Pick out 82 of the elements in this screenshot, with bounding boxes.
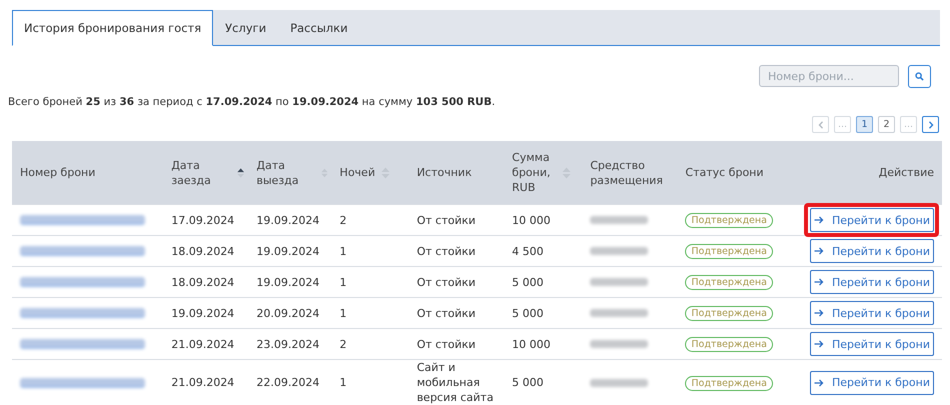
tab[interactable]: Услуги: [213, 10, 278, 46]
search-button[interactable]: [908, 65, 931, 88]
table-cell: 22.09.2024: [256, 376, 320, 389]
column-header: Дата заезда: [171, 158, 212, 188]
arrow-right-icon: [814, 340, 824, 348]
status-badge: Подтверждена: [685, 337, 773, 352]
table-cell: 21.09.2024: [171, 376, 234, 389]
status-badge: Подтверждена: [685, 275, 773, 290]
go-to-booking-button[interactable]: Перейти к брони: [810, 332, 934, 356]
arrow-right-icon: [814, 216, 824, 224]
table-cell: 23.09.2024: [256, 338, 320, 350]
table-cell: 18.09.2024: [171, 244, 234, 258]
table-cell: 1: [340, 276, 347, 288]
table-cell: 1: [340, 306, 347, 320]
blurred-link[interactable]: [20, 339, 145, 349]
table-cell-text: От стойки: [416, 336, 477, 352]
column-header: Действие: [878, 166, 934, 179]
status-badge: Подтверждена: [685, 306, 773, 321]
table-cell: 4 500: [512, 244, 544, 258]
blurred-link[interactable]: [20, 277, 145, 287]
table-cell: 5 000: [512, 276, 544, 288]
column-header: Дата выезда: [256, 158, 300, 188]
blurred-text: [590, 278, 648, 286]
blurred-text: [590, 340, 648, 348]
table-cell-text: От стойки: [416, 306, 477, 320]
table-cell-text: От стойки: [416, 212, 477, 228]
arrow-right-icon: [814, 378, 824, 386]
blurred-link[interactable]: [20, 378, 145, 388]
table-cell-text: От стойки: [416, 274, 477, 290]
table-cell: 10 000: [512, 338, 551, 350]
chevron-icon: [928, 120, 934, 128]
go-to-booking-button[interactable]: Перейти к брони: [810, 208, 934, 232]
table-cell: 1: [340, 244, 347, 258]
tab[interactable]: История бронирования гостя: [12, 10, 214, 46]
table-cell: 18.09.2024: [171, 276, 234, 288]
table-cell: 19.09.2024: [256, 244, 320, 258]
column-header: Статус брони: [685, 166, 764, 179]
status-badge: Подтверждена: [685, 376, 773, 390]
column-header: Источник: [416, 166, 472, 179]
table-cell: 2: [340, 338, 347, 350]
search-icon: [915, 72, 924, 81]
arrow-right-icon: [814, 278, 824, 286]
page-button[interactable]: 1: [856, 116, 873, 133]
table-cell: 5 000: [512, 306, 544, 320]
table-cell: 17.09.2024: [171, 214, 234, 226]
go-to-booking-button[interactable]: Перейти к брони: [810, 370, 934, 394]
go-to-booking-button[interactable]: Перейти к брони: [810, 239, 934, 263]
blurred-text: [590, 216, 648, 224]
blurred-link[interactable]: [20, 308, 145, 318]
status-badge: Подтверждена: [685, 213, 773, 228]
sort-icon[interactable]: [237, 166, 244, 178]
blurred-link[interactable]: [20, 215, 145, 225]
table-cell: 10 000: [512, 214, 551, 226]
go-to-booking-button[interactable]: Перейти к брони: [810, 270, 934, 294]
column-header: Ночей: [340, 165, 376, 180]
next-page-button[interactable]: [922, 116, 939, 133]
table-cell: 20.09.2024: [256, 306, 320, 320]
arrow-right-icon: [814, 247, 824, 255]
blurred-text: [590, 309, 648, 317]
search-field[interactable]: Номер брони...: [759, 65, 899, 87]
blurred-text: [590, 247, 648, 255]
table-cell: 21.09.2024: [171, 338, 234, 350]
arrow-right-icon: [814, 309, 824, 317]
table-cell-text: От стойки: [416, 244, 477, 258]
table-cell: 5 000: [512, 376, 544, 389]
table-cell: 19.09.2024: [256, 214, 320, 226]
tab[interactable]: Рассылки: [278, 10, 360, 46]
go-to-booking-button[interactable]: Перейти к брони: [810, 301, 934, 325]
booking-summary: Всего броней 25 из 36 за период с 17.09.2024 по 19.09.2024 на сумму 103 500 RUB.: [8, 96, 496, 108]
blurred-link[interactable]: [20, 246, 145, 256]
page-button[interactable]: 2: [878, 116, 895, 133]
table-cell: 19.09.2024: [256, 276, 320, 288]
column-header: Сумма брони, RUB: [512, 150, 552, 195]
table-cell-text: Сайт и мобильная версия сайта: [416, 360, 494, 405]
status-badge: Подтверждена: [685, 244, 773, 259]
table-cell: 2: [340, 214, 347, 226]
column-header: Средство размещения: [590, 158, 664, 188]
column-header: Номер брони: [20, 166, 96, 179]
table-cell: 1: [340, 376, 347, 389]
blurred-text: [590, 378, 648, 386]
table-cell: 19.09.2024: [171, 306, 234, 320]
chevron-icon: [818, 120, 824, 128]
